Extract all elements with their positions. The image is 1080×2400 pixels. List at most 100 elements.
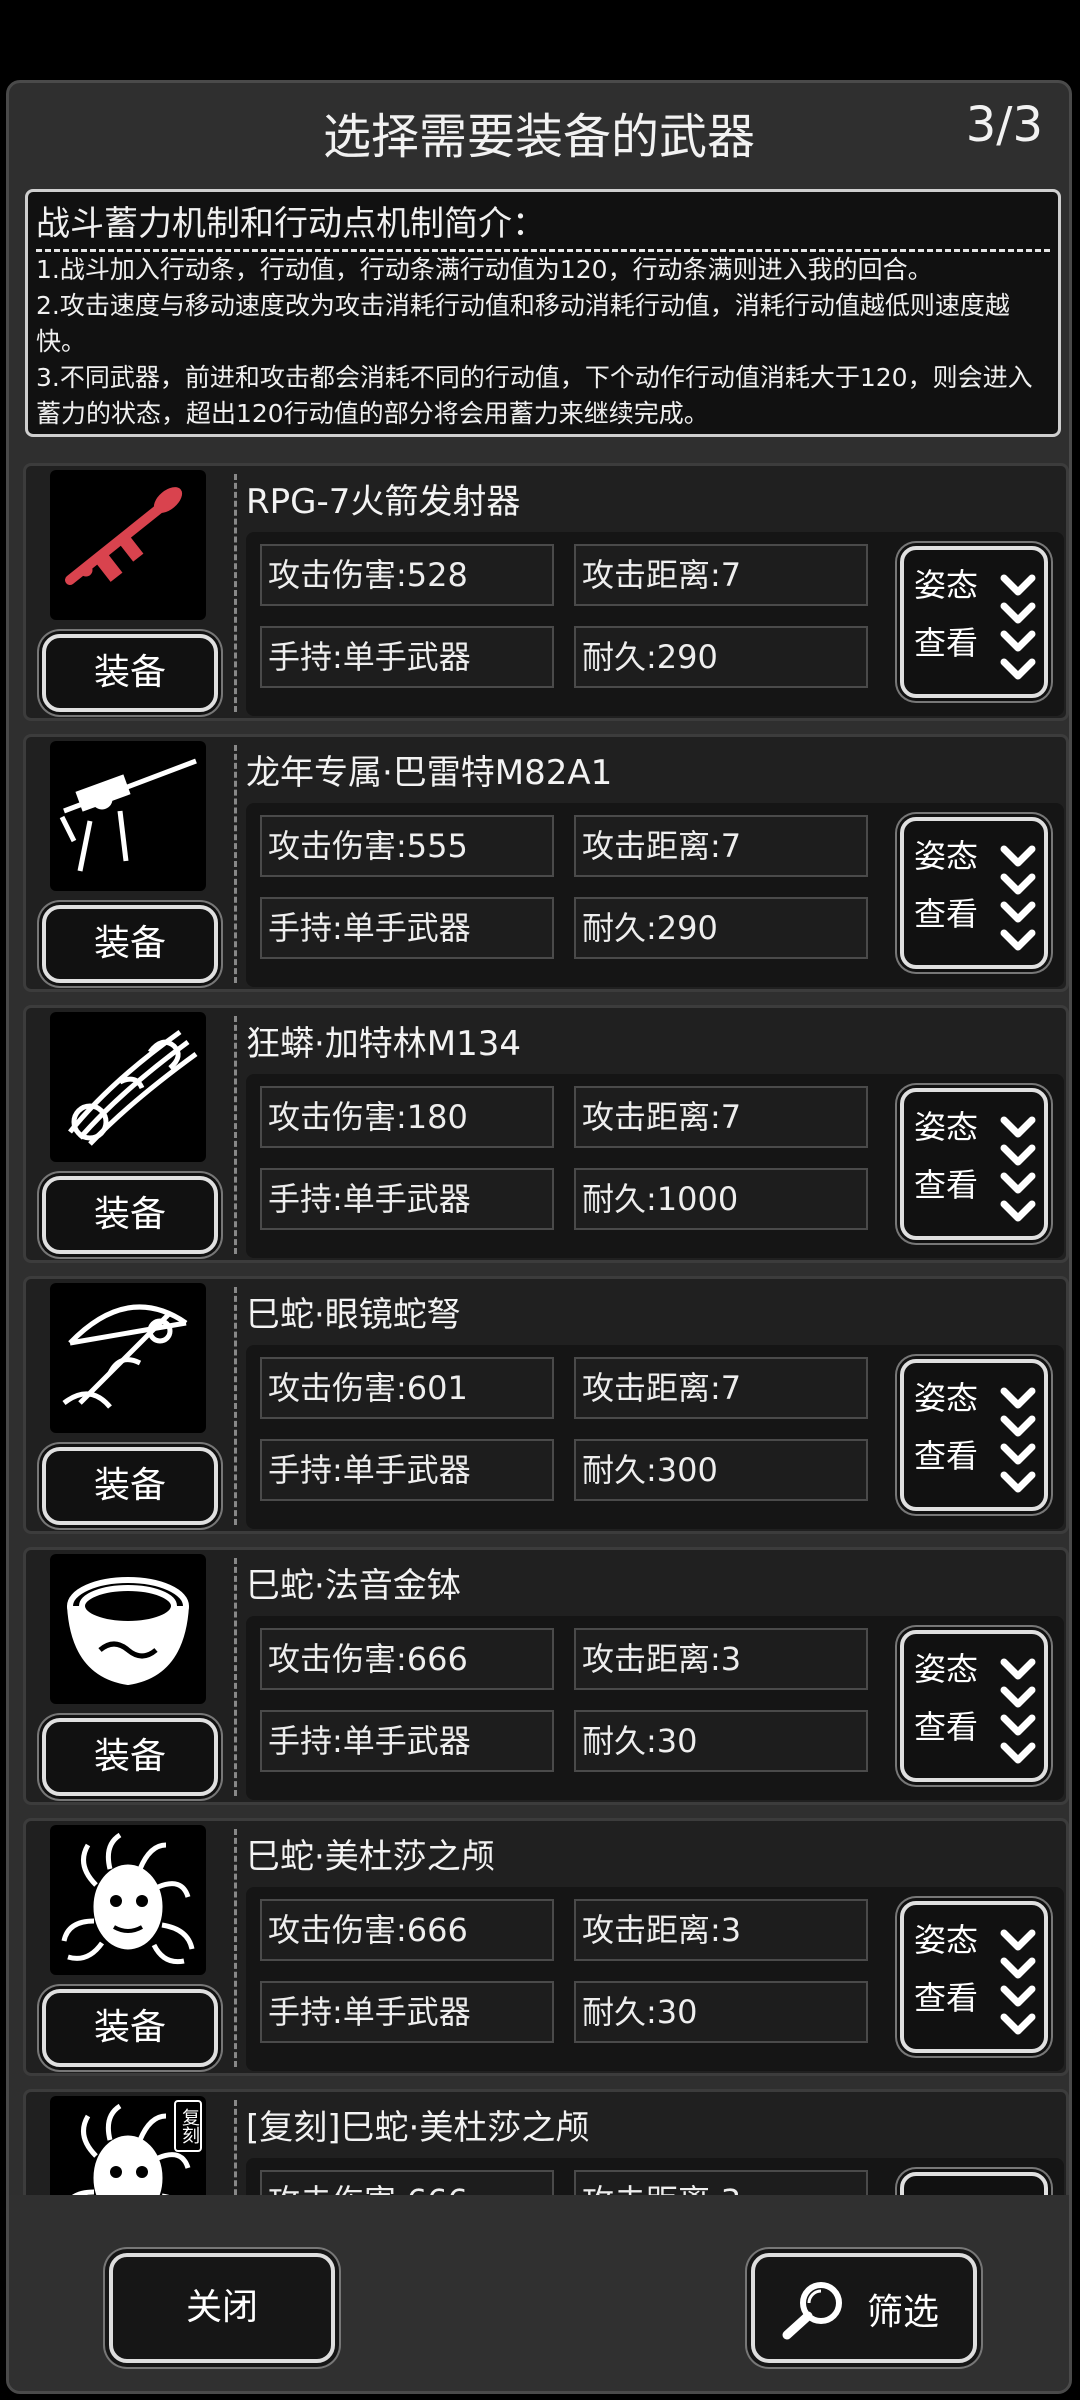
dialog-footer: 关闭 筛选 (9, 2195, 1069, 2391)
weapon-thumbnail (50, 470, 206, 620)
stance-label: 姿态 (914, 1379, 979, 1417)
page-indicator: 3/3 (965, 97, 1043, 153)
weapon-card: 装备 巳蛇·法音金钵 攻击伤害:666 攻击距离:3 手持:单手武器 耐久:30… (23, 1547, 1069, 1805)
weapon-stats: 攻击伤害:666 攻击距离:3 手持:单手武器 耐久:30 姿态 查看 (246, 1887, 1064, 2071)
weapon-thumbnail (50, 1825, 206, 1975)
filter-label: 筛选 (867, 2292, 940, 2333)
stance-label: 姿态 (914, 566, 979, 604)
weapon-thumbnail (50, 741, 206, 891)
stance-label: 姿态 (914, 837, 979, 875)
weapon-stats: 攻击伤害:666 攻击距离:3 手持:单手武器 耐久:30 姿态 查看 (246, 1616, 1064, 1800)
divider (234, 474, 237, 712)
stance-view-button[interactable]: 姿态 查看 (900, 1901, 1048, 2053)
weapon-thumbnail (50, 1283, 206, 1433)
durability: 耐久:1000 (574, 1168, 868, 1230)
view-label: 查看 (914, 624, 979, 662)
gatling-gun-icon (68, 1029, 198, 1146)
divider (234, 1016, 237, 1254)
weapon-thumbnail (50, 1012, 206, 1162)
attack-range: 攻击距离:3 (574, 1628, 868, 1690)
attack-range: 攻击距离:7 (574, 815, 868, 877)
divider (234, 1558, 237, 1796)
weapon-thumbnail (50, 1554, 206, 1704)
hold-type: 手持:单手武器 (260, 1710, 554, 1772)
hold-type: 手持:单手武器 (260, 1439, 554, 1501)
view-label: 查看 (914, 895, 979, 933)
mechanic-intro-box: 战斗蓄力机制和行动点机制简介： 1.战斗加入行动条，行动值，行动条满行动值为12… (25, 189, 1061, 437)
hold-type: 手持:单手武器 (260, 626, 554, 688)
equip-button[interactable]: 装备 (42, 1718, 218, 1796)
weapon-badge: 复刻 (174, 2100, 202, 2152)
durability: 耐久:290 (574, 897, 868, 959)
attack-damage: 攻击伤害:666 (260, 1628, 554, 1690)
weapon-card: 装备 狂蟒·加特林M134 攻击伤害:180 攻击距离:7 手持:单手武器 耐久… (23, 1005, 1069, 1263)
medusa-head-icon (61, 1832, 195, 1965)
intro-line: 3.不同武器，前进和攻击都会消耗不同的行动值，下个动作行动值消耗大于120，则会… (36, 363, 1033, 428)
hold-type: 手持:单手武器 (260, 1168, 554, 1230)
attack-damage: 攻击伤害:528 (260, 544, 554, 606)
golden-bowl-icon (67, 1577, 189, 1686)
stance-view-button[interactable]: 姿态 查看 (900, 1088, 1048, 1240)
chevron-down-icon (1000, 1658, 1036, 1764)
hold-type: 手持:单手武器 (260, 897, 554, 959)
search-icon (782, 2282, 842, 2340)
chevron-down-icon (1000, 1116, 1036, 1222)
attack-range: 攻击距离:7 (574, 544, 868, 606)
attack-damage: 攻击伤害:666 (260, 1899, 554, 1961)
intro-line: 2.攻击速度与移动速度改为攻击消耗行动值和移动消耗行动值，消耗行动值越低则速度越… (36, 291, 1010, 356)
dialog-header: 选择需要装备的武器 3/3 (9, 83, 1069, 183)
equip-button[interactable]: 装备 (42, 1989, 218, 2067)
weapon-card: 装备 RPG-7火箭发射器 攻击伤害:528 攻击距离:7 手持:单手武器 耐久… (23, 463, 1069, 721)
hold-type: 手持:单手武器 (260, 1981, 554, 2043)
intro-line: 1.战斗加入行动条，行动值，行动条满行动值为120，行动条满则进入我的回合。 (36, 255, 933, 284)
stance-view-button[interactable]: 姿态 查看 (900, 546, 1048, 698)
attack-range: 攻击距离:7 (574, 1357, 868, 1419)
equip-button[interactable]: 装备 (42, 905, 218, 983)
filter-button[interactable]: 筛选 (751, 2253, 977, 2363)
weapon-card: 装备 龙年专属·巴雷特M82A1 攻击伤害:555 攻击距离:7 手持:单手武器… (23, 734, 1069, 992)
weapon-stats: 攻击伤害:180 攻击距离:7 手持:单手武器 耐久:1000 姿态 查看 (246, 1074, 1064, 1258)
divider (234, 1287, 237, 1525)
chevron-down-icon (1000, 1387, 1036, 1493)
close-button[interactable]: 关闭 (109, 2253, 335, 2363)
view-label: 查看 (914, 1437, 979, 1475)
equip-button[interactable]: 装备 (42, 634, 218, 712)
stance-view-button[interactable]: 姿态 查看 (900, 1359, 1048, 1511)
chevron-down-icon (1000, 574, 1036, 680)
view-label: 查看 (914, 1166, 979, 1204)
weapon-name: 龙年专属·巴雷特M82A1 (246, 753, 613, 793)
stance-label: 姿态 (914, 1650, 979, 1688)
equip-button[interactable]: 装备 (42, 1176, 218, 1254)
weapon-name: [复刻]巳蛇·美杜莎之颅 (246, 2108, 590, 2148)
weapon-name: 狂蟒·加特林M134 (246, 1024, 522, 1064)
durability: 耐久:300 (574, 1439, 868, 1501)
rocket-launcher-icon (65, 487, 183, 585)
attack-damage: 攻击伤害:601 (260, 1357, 554, 1419)
durability: 耐久:30 (574, 1981, 868, 2043)
sniper-rifle-icon (59, 758, 197, 872)
durability: 耐久:30 (574, 1710, 868, 1772)
weapon-card: 装备 巳蛇·美杜莎之颅 攻击伤害:666 攻击距离:3 手持:单手武器 耐久:3… (23, 1818, 1069, 2076)
chevron-down-icon (1000, 1929, 1036, 2035)
weapon-name: 巳蛇·美杜莎之颅 (246, 1837, 495, 1877)
weapon-list[interactable]: 装备 RPG-7火箭发射器 攻击伤害:528 攻击距离:7 手持:单手武器 耐久… (19, 463, 1069, 2281)
weapon-stats: 攻击伤害:528 攻击距离:7 手持:单手武器 耐久:290 姿态 查看 (246, 532, 1064, 716)
crossbow-icon (62, 1304, 188, 1409)
stance-label: 姿态 (914, 1921, 979, 1959)
divider (234, 745, 237, 983)
weapon-name: 巳蛇·眼镜蛇弩 (246, 1295, 461, 1335)
equip-button[interactable]: 装备 (42, 1447, 218, 1525)
stance-view-button[interactable]: 姿态 查看 (900, 817, 1048, 969)
attack-damage: 攻击伤害:555 (260, 815, 554, 877)
intro-heading: 战斗蓄力机制和行动点机制简介： (36, 196, 1050, 252)
divider (234, 1829, 237, 2067)
chevron-down-icon (1000, 845, 1036, 951)
weapon-select-dialog: 选择需要装备的武器 3/3 战斗蓄力机制和行动点机制简介： 1.战斗加入行动条，… (6, 80, 1072, 2394)
stance-view-button[interactable]: 姿态 查看 (900, 1630, 1048, 1782)
weapon-stats: 攻击伤害:601 攻击距离:7 手持:单手武器 耐久:300 姿态 查看 (246, 1345, 1064, 1529)
weapon-name: RPG-7火箭发射器 (246, 482, 521, 522)
attack-range: 攻击距离:3 (574, 1899, 868, 1961)
view-label: 查看 (914, 1979, 979, 2017)
dialog-title: 选择需要装备的武器 (322, 109, 755, 165)
stance-label: 姿态 (914, 1108, 979, 1146)
